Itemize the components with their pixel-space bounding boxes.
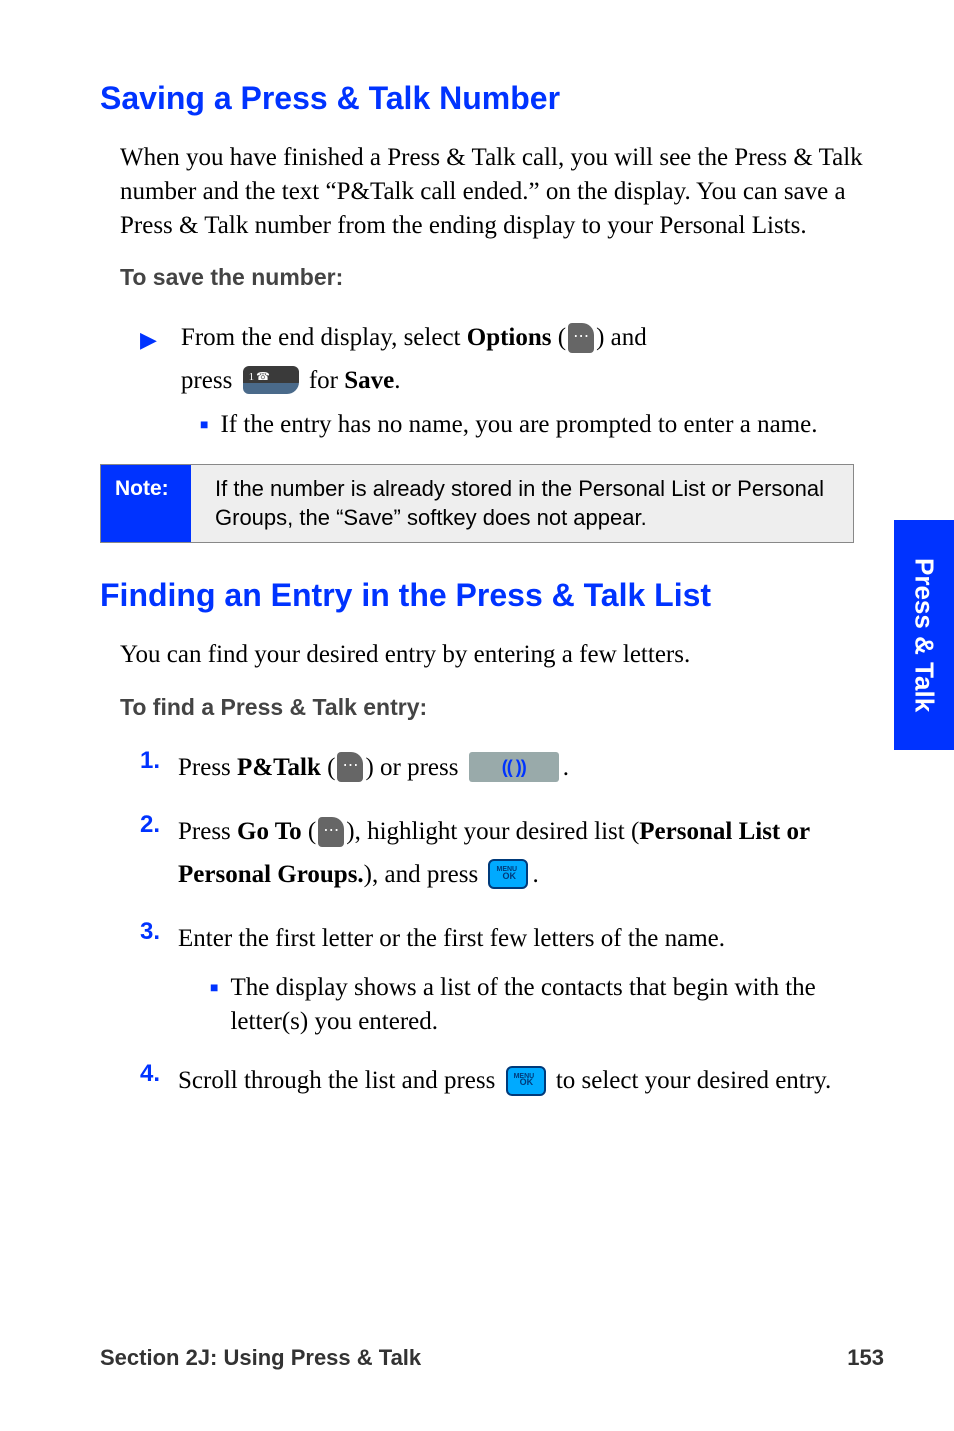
note-text: If the number is already stored in the P… — [191, 465, 853, 542]
heading-saving-number: Saving a Press & Talk Number — [100, 80, 884, 117]
key-1-icon — [243, 366, 299, 394]
sub-instruction-text: If the entry has no name, you are prompt… — [220, 408, 817, 442]
step-text: Enter the first letter or the first few … — [178, 918, 725, 961]
square-bullet-icon: ■ — [210, 981, 218, 1039]
step-2: 2. Press Go To (), highlight your desire… — [140, 811, 884, 896]
step-text: Scroll through the list and press to sel… — [178, 1060, 831, 1103]
step-text: Press Go To (), highlight your desired l… — [178, 811, 884, 896]
left-softkey-icon — [318, 817, 344, 847]
step-3-sub-text: The display shows a list of the contacts… — [230, 971, 884, 1039]
step-number: 1. — [140, 747, 178, 790]
step-text: Press P&Talk () or press (( )). — [178, 747, 569, 790]
step-number: 4. — [140, 1060, 178, 1103]
footer-section-title: Section 2J: Using Press & Talk — [100, 1345, 421, 1371]
subhead-find-entry: To find a Press & Talk entry: — [120, 694, 884, 721]
intro-finding: You can find your desired entry by enter… — [120, 638, 884, 672]
menu-ok-key-icon — [488, 859, 528, 889]
left-softkey-icon — [337, 752, 363, 782]
step-number: 3. — [140, 918, 178, 961]
instruction-bullet: ▶ From the end display, select Options (… — [140, 317, 884, 402]
menu-ok-key-icon — [506, 1066, 546, 1096]
page-content: Saving a Press & Talk Number When you ha… — [0, 0, 954, 1103]
heading-finding-entry: Finding an Entry in the Press & Talk Lis… — [100, 577, 884, 614]
page-footer: Section 2J: Using Press & Talk 153 — [100, 1345, 884, 1371]
step-number: 2. — [140, 811, 178, 896]
step-3-sub: ■ The display shows a list of the contac… — [210, 971, 884, 1039]
section-side-tab: Press & Talk — [894, 520, 954, 750]
right-softkey-icon — [568, 323, 594, 353]
step-4: 4. Scroll through the list and press to … — [140, 1060, 884, 1103]
sub-instruction: ■ If the entry has no name, you are prom… — [200, 408, 884, 442]
ptt-button-icon: (( )) — [469, 752, 559, 782]
numbered-steps: 1. Press P&Talk () or press (( )). 2. Pr… — [140, 747, 884, 1103]
instruction-text: From the end display, select Options () … — [181, 317, 647, 402]
subhead-save-number: To save the number: — [120, 264, 884, 291]
intro-saving: When you have finished a Press & Talk ca… — [120, 141, 884, 242]
note-label: Note: — [101, 465, 191, 542]
square-bullet-icon: ■ — [200, 418, 208, 442]
triangle-bullet-icon: ▶ — [140, 327, 157, 353]
note-box: Note: If the number is already stored in… — [100, 464, 854, 543]
step-3: 3. Enter the first letter or the first f… — [140, 918, 884, 1038]
step-1: 1. Press P&Talk () or press (( )). — [140, 747, 884, 790]
footer-page-number: 153 — [847, 1345, 884, 1371]
